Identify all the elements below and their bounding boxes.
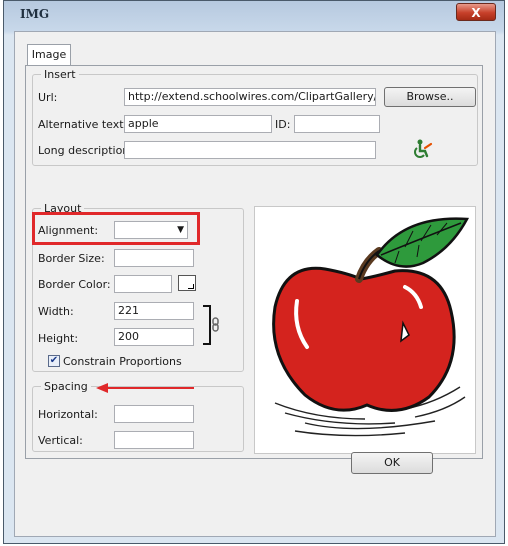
vertical-spacing-input[interactable] bbox=[114, 431, 194, 449]
height-label: Height: bbox=[38, 332, 79, 345]
dialog-client-area: Image Insert Url: http://extend.schoolwi… bbox=[14, 31, 496, 537]
img-dialog-window: IMG X Image Insert Url: http://extend.sc… bbox=[3, 0, 505, 544]
id-input[interactable] bbox=[294, 115, 380, 133]
accessibility-icon[interactable] bbox=[412, 138, 434, 160]
border-color-input[interactable] bbox=[114, 275, 172, 293]
constrain-proportions-label[interactable]: Constrain Proportions bbox=[63, 355, 182, 368]
id-label: ID: bbox=[275, 118, 291, 131]
color-picker-icon bbox=[188, 284, 194, 289]
constrain-proportions-checkbox[interactable]: ✔ bbox=[48, 355, 60, 367]
browse-button[interactable]: Browse.. bbox=[384, 87, 476, 107]
vertical-label: Vertical: bbox=[38, 434, 83, 447]
insert-legend: Insert bbox=[44, 68, 76, 81]
spacing-legend: Spacing bbox=[44, 380, 88, 393]
horizontal-spacing-input[interactable] bbox=[114, 405, 194, 423]
border-size-input[interactable] bbox=[114, 249, 194, 267]
chevron-down-icon: ▼ bbox=[177, 225, 184, 235]
horizontal-label: Horizontal: bbox=[38, 408, 98, 421]
height-input[interactable]: 200 bbox=[114, 328, 194, 346]
alt-text-label: Alternative text: bbox=[38, 118, 128, 131]
url-label: Url: bbox=[38, 91, 58, 104]
width-input[interactable]: 221 bbox=[114, 302, 194, 320]
alt-text-input[interactable]: apple bbox=[124, 115, 272, 133]
color-picker-button[interactable] bbox=[178, 275, 196, 291]
ok-button[interactable]: OK bbox=[351, 452, 433, 474]
image-tab-panel: Insert Url: http://extend.schoolwires.co… bbox=[25, 65, 483, 459]
long-description-label: Long description: bbox=[38, 144, 133, 157]
apple-clipart-image bbox=[272, 217, 470, 437]
image-preview bbox=[254, 206, 476, 454]
window-title: IMG bbox=[20, 7, 50, 21]
close-button[interactable]: X bbox=[456, 3, 496, 21]
long-description-input[interactable] bbox=[124, 141, 376, 159]
border-size-label: Border Size: bbox=[38, 252, 105, 265]
left-arrow-annotation bbox=[96, 382, 196, 394]
tab-image[interactable]: Image bbox=[27, 44, 71, 66]
url-input[interactable]: http://extend.schoolwires.com/ClipartGal… bbox=[124, 88, 376, 106]
chain-link-icon[interactable] bbox=[202, 304, 222, 346]
border-color-label: Border Color: bbox=[38, 278, 111, 291]
alignment-label: Alignment: bbox=[38, 224, 99, 237]
width-label: Width: bbox=[38, 305, 74, 318]
alignment-select[interactable]: ▼ bbox=[114, 221, 188, 239]
